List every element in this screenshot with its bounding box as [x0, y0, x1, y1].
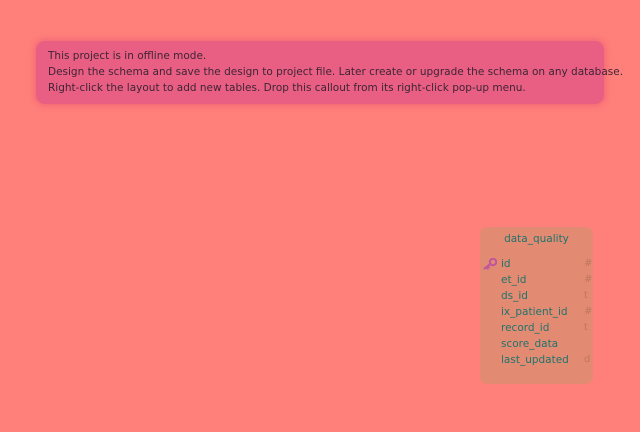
column-type: # — [584, 274, 593, 285]
column-row-ix-patient-id[interactable]: ix_patient_id # — [480, 304, 593, 320]
column-list: id # et_id # ds_id t ix_patient_id # rec… — [480, 256, 593, 368]
key-icon — [483, 258, 497, 270]
schema-layout-canvas[interactable]: This project is in offline mode. Design … — [0, 0, 640, 432]
column-type: t — [584, 322, 588, 333]
column-name: last_updated — [501, 354, 569, 366]
column-name: score_data — [501, 338, 559, 350]
column-row-ds-id[interactable]: ds_id t — [480, 288, 593, 304]
column-row-last-updated[interactable]: last_updated d — [480, 352, 593, 368]
column-type: t — [584, 290, 588, 301]
column-name: id — [501, 258, 511, 270]
column-name: record_id — [501, 322, 550, 334]
table-title[interactable]: data_quality — [480, 233, 593, 245]
column-name: ix_patient_id — [501, 306, 568, 318]
column-row-id[interactable]: id # — [480, 256, 593, 272]
column-row-et-id[interactable]: et_id # — [480, 272, 593, 288]
callout-line-design: Design the schema and save the design to… — [48, 66, 624, 78]
column-name: et_id — [501, 274, 527, 286]
offline-mode-callout[interactable]: This project is in offline mode. Design … — [36, 41, 624, 104]
column-type: # — [584, 306, 593, 317]
callout-line-offline: This project is in offline mode. — [48, 50, 207, 62]
column-type: # — [584, 258, 593, 269]
callout-line-rightclick: Right-click the layout to add new tables… — [48, 82, 526, 94]
column-type: d — [584, 354, 591, 365]
column-name: ds_id — [501, 290, 528, 302]
table-data-quality[interactable]: data_quality id # et_id # ds_id t ix_pat… — [480, 227, 593, 384]
column-row-record-id[interactable]: record_id t — [480, 320, 593, 336]
column-row-score-data[interactable]: score_data — [480, 336, 593, 352]
